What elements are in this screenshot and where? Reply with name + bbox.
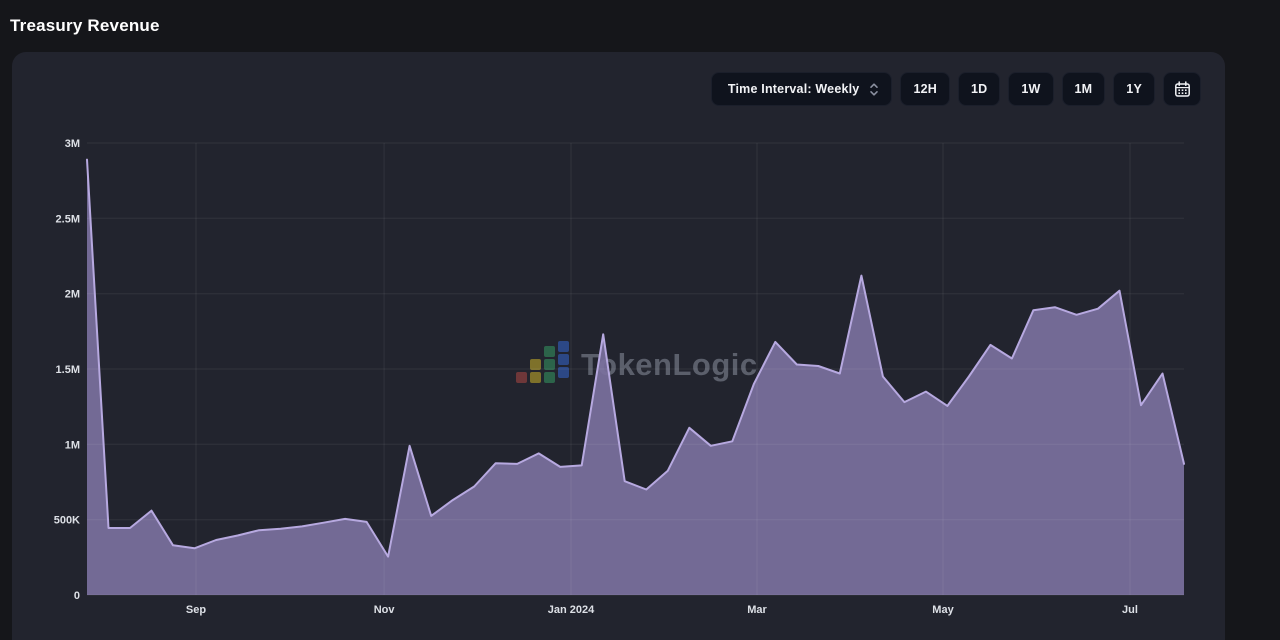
time-interval-dropdown[interactable]: Time Interval: Weekly: [711, 72, 893, 106]
y-axis-tick-label: 1M: [65, 439, 80, 451]
x-axis-tick-label: Mar: [747, 604, 767, 616]
range-button-1w[interactable]: 1W: [1008, 72, 1053, 106]
chart-controls: Time Interval: Weekly 12H 1D 1W 1M 1Y: [711, 72, 1201, 106]
x-axis-tick-label: Jan 2024: [548, 604, 595, 616]
time-interval-dropdown-label: Time Interval: Weekly: [728, 82, 860, 96]
x-axis-tick-label: Nov: [374, 604, 396, 616]
calendar-icon: [1174, 81, 1191, 98]
range-button-1m[interactable]: 1M: [1062, 72, 1106, 106]
y-axis-tick-label: 500K: [54, 515, 80, 527]
range-button-1d[interactable]: 1D: [958, 72, 1000, 106]
treasury-revenue-area-chart: 3M 2.5M 2M 1.5M 1M 500K 0 Sep Nov Jan 2024 Mar May J…: [12, 52, 1225, 640]
x-axis-tick-label: Sep: [186, 604, 206, 616]
y-axis-tick-label: 2M: [65, 289, 80, 301]
range-button-1y[interactable]: 1Y: [1113, 72, 1155, 106]
chevron-up-down-icon: [869, 82, 879, 97]
chart-panel: TokenLogic 3M2.5M2M1.5M1M500K0SepNovJan …: [12, 52, 1225, 640]
y-axis-tick-label: 0: [74, 590, 80, 602]
y-axis-tick-label: 3M: [65, 138, 80, 150]
x-axis-tick-label: May: [932, 604, 954, 616]
y-axis-tick-label: 2.5M: [56, 213, 80, 225]
page-title: Treasury Revenue: [10, 16, 160, 36]
y-axis-tick-label: 1.5M: [56, 364, 80, 376]
page: Treasury Revenue TokenLogic 3M2.5M2M1.5M…: [0, 0, 1280, 640]
calendar-button[interactable]: [1163, 72, 1201, 106]
x-axis-tick-label: Jul: [1122, 604, 1138, 616]
range-button-12h[interactable]: 12H: [900, 72, 950, 106]
